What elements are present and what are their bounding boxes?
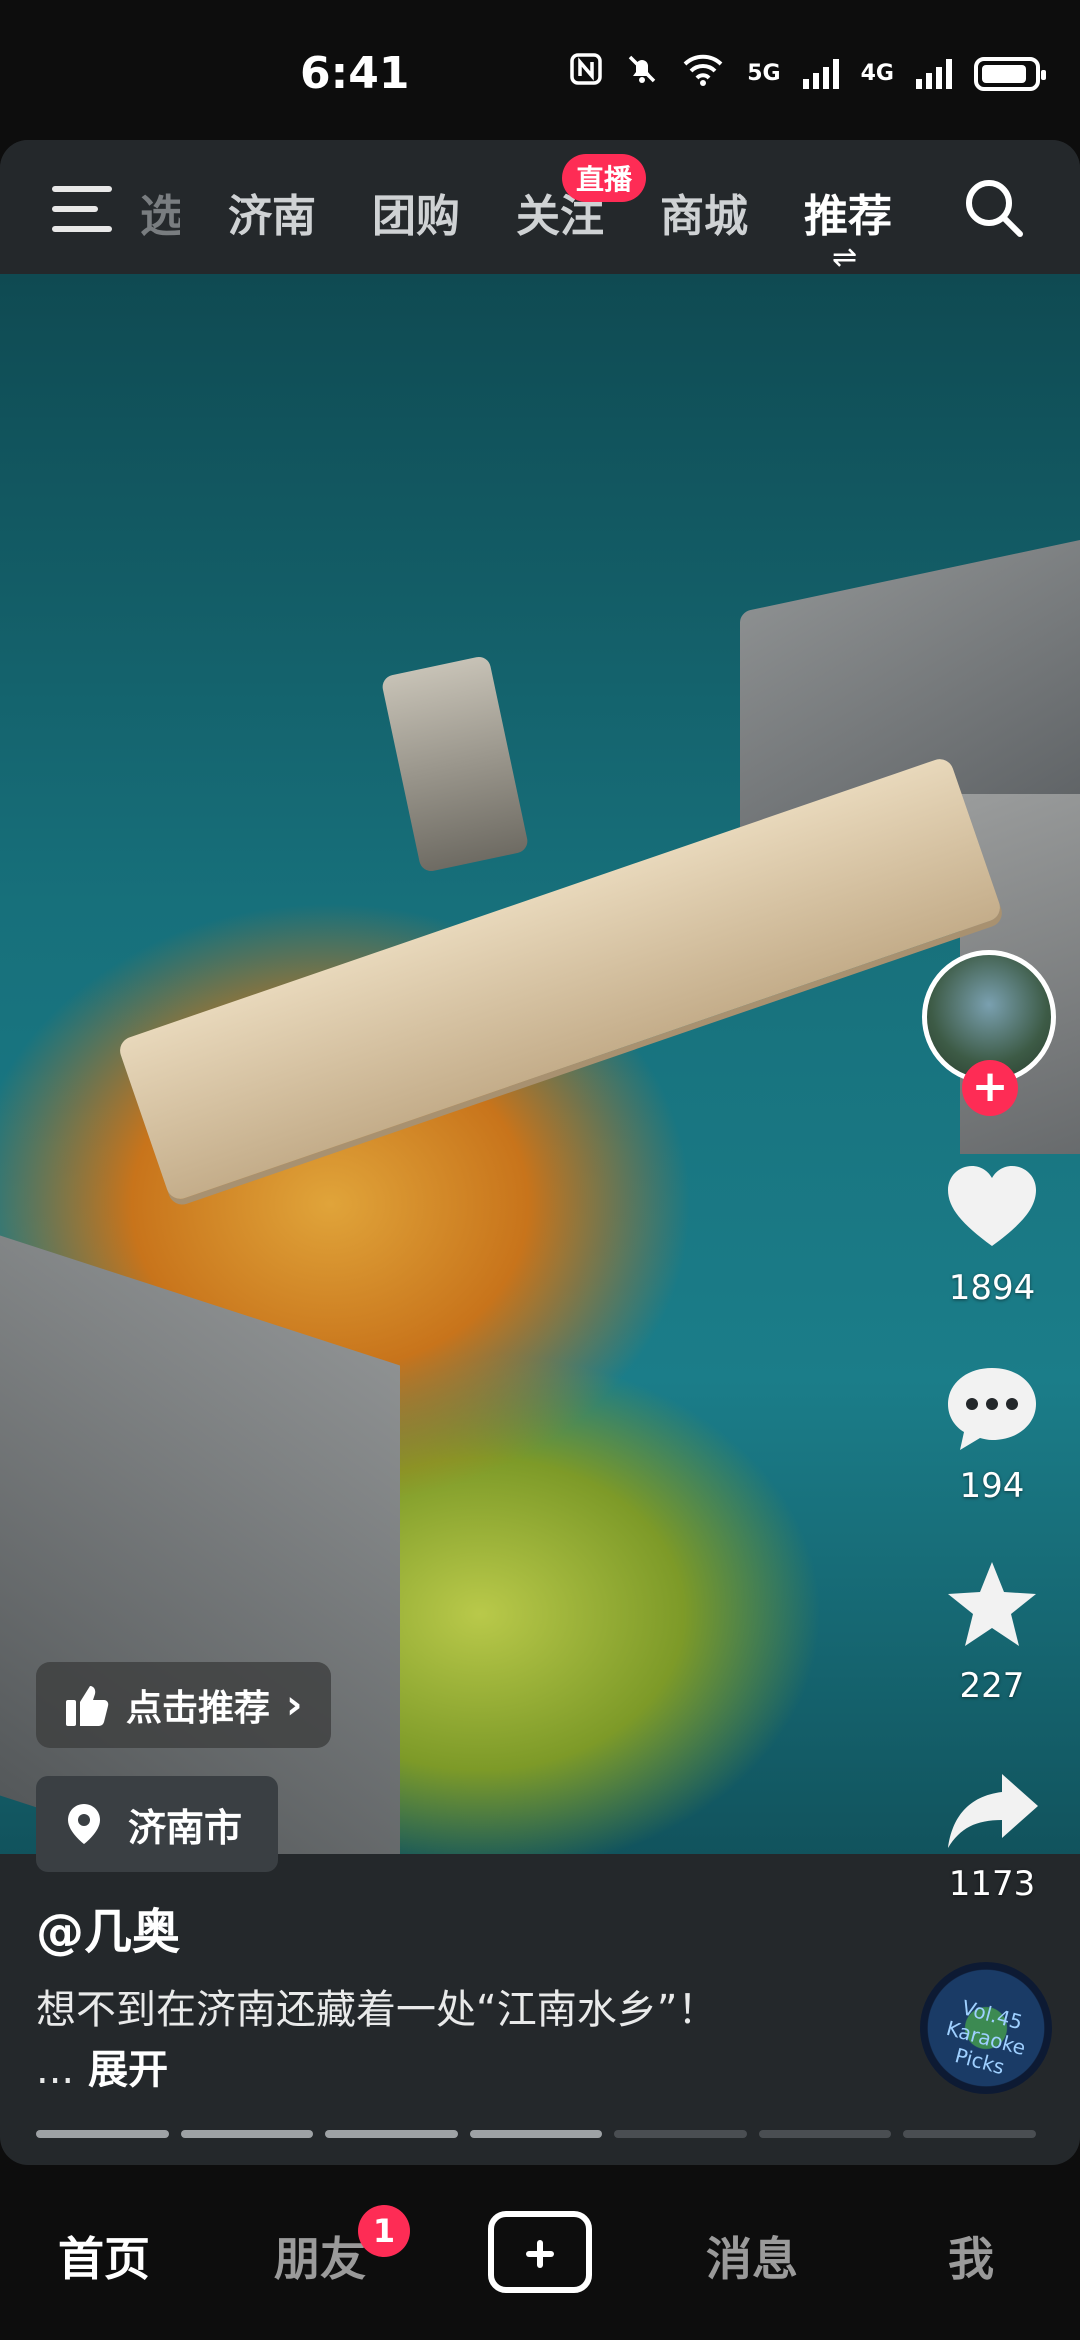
- nav-messages[interactable]: 消息: [706, 2223, 798, 2289]
- recommend-chip-label: 点击推荐: [126, 1688, 271, 1729]
- author-name[interactable]: @几奥: [36, 1892, 180, 1962]
- follow-plus-icon[interactable]: +: [962, 1060, 1018, 1116]
- video-card[interactable]: 选 济南 团购 关注 直播 商城 推荐 ⇌ + 1894 194 227 117…: [0, 140, 1080, 2165]
- create-plus-button[interactable]: [488, 2211, 592, 2293]
- menu-icon[interactable]: [52, 186, 116, 232]
- network-4g-label: 4G: [860, 60, 894, 86]
- nav-friends[interactable]: 朋友: [274, 2223, 366, 2289]
- like-heart-icon[interactable]: [942, 1158, 1042, 1258]
- progress-segment: [325, 2130, 458, 2138]
- location-pin-icon: [68, 1804, 100, 1844]
- music-disc[interactable]: Vol.45 Karaoke Picks: [920, 1962, 1052, 2094]
- progress-segment: [758, 2130, 892, 2138]
- signal-5g-icon: [802, 58, 839, 89]
- nav-home[interactable]: 首页: [58, 2223, 150, 2289]
- battery-icon: [974, 56, 1046, 91]
- top-nav: 选 济南 团购 关注 直播 商城 推荐 ⇌: [0, 140, 1080, 275]
- video-caption: 想不到在济南还藏着一处“江南水乡”！ ... 展开: [36, 1980, 736, 2100]
- location-chip[interactable]: 济南市: [36, 1776, 279, 1872]
- status-time: 6:41: [300, 48, 410, 99]
- signal-4g-icon: [916, 58, 952, 89]
- favorite-count: 227: [959, 1666, 1025, 1706]
- comment-count: 194: [959, 1466, 1025, 1506]
- favorite-star-icon[interactable]: [942, 1556, 1042, 1656]
- status-icons: 5G 4G: [569, 52, 1046, 95]
- tab-recommend[interactable]: 推荐: [804, 180, 892, 244]
- tiled-roof: [0, 1222, 400, 1854]
- location-label: 济南市: [128, 1805, 243, 1850]
- network-5g-label: 5G: [747, 60, 781, 86]
- music-disc-label: Vol.45 Karaoke Picks: [943, 1995, 1029, 2080]
- swap-icon[interactable]: ⇌: [832, 240, 857, 275]
- search-icon[interactable]: [962, 176, 1026, 240]
- mute-bell-icon: [625, 52, 659, 95]
- share-arrow-icon[interactable]: [942, 1762, 1042, 1862]
- progress-segment: [614, 2130, 747, 2138]
- recommend-chip[interactable]: 点击推荐 ›: [36, 1662, 331, 1748]
- share-count: 1173: [948, 1864, 1036, 1904]
- progress-segment: [469, 2130, 603, 2138]
- boat: [380, 654, 530, 874]
- nav-me[interactable]: 我: [948, 2223, 994, 2289]
- chevron-right-icon: ›: [286, 1682, 303, 1728]
- status-bar: 6:41 5G 4G: [0, 0, 1080, 140]
- live-badge: 直播: [562, 154, 647, 202]
- progress-segment: [903, 2130, 1037, 2138]
- expand-button[interactable]: 展开: [88, 2047, 168, 2093]
- nfc-icon: [569, 52, 603, 95]
- wifi-icon: [681, 52, 725, 95]
- video-frame[interactable]: [0, 274, 1080, 1854]
- like-count: 1894: [948, 1268, 1036, 1308]
- tab-group-buy[interactable]: 团购: [372, 180, 460, 244]
- stone-bridge: [116, 755, 1004, 1203]
- friends-badge: 1: [358, 2205, 410, 2257]
- thumbs-up-icon: [66, 1686, 109, 1726]
- progress-segment: [180, 2130, 314, 2138]
- progress-bar: [36, 2130, 1037, 2138]
- tab-partial[interactable]: 选: [140, 180, 180, 244]
- comment-icon[interactable]: [942, 1358, 1042, 1458]
- tab-jinan[interactable]: 济南: [228, 180, 316, 244]
- tab-mall[interactable]: 商城: [660, 180, 748, 244]
- bottom-nav: 首页 朋友 1 消息 我: [0, 2165, 1080, 2340]
- progress-segment: [36, 2130, 169, 2138]
